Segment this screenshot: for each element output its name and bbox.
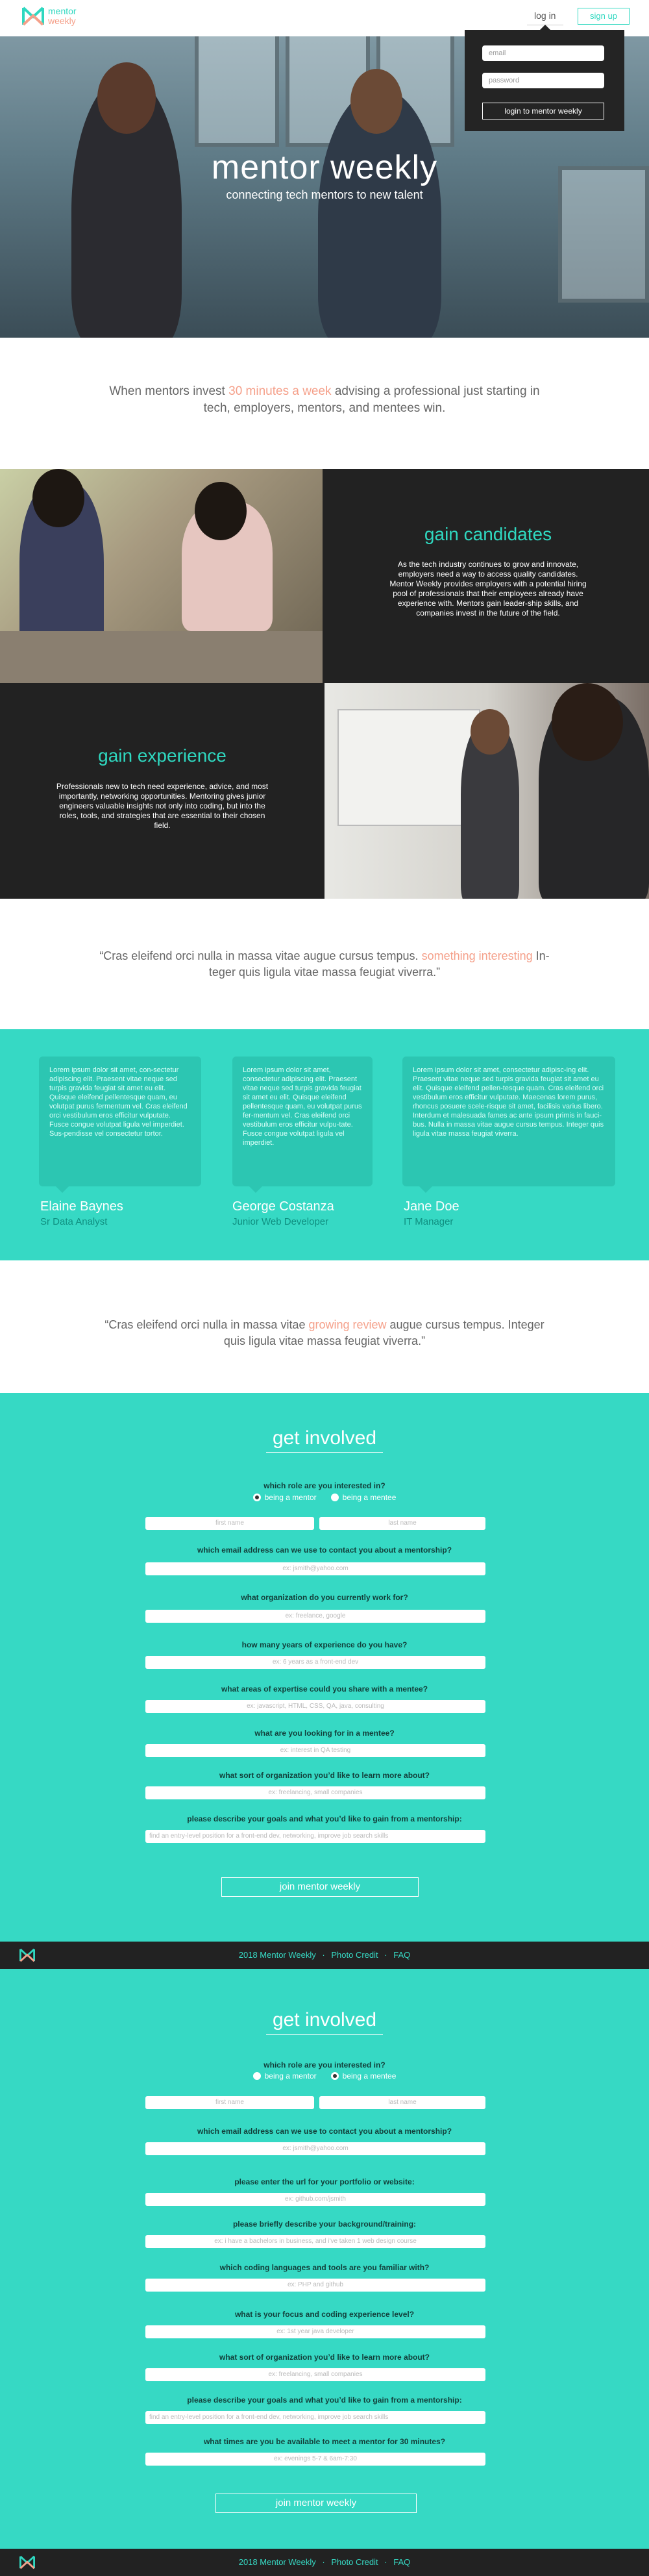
brand-name-line1: mentor [48,6,77,16]
footer-photo-credit-link[interactable]: Photo Credit [331,1950,378,1960]
login-dropdown: email password login to mentor weekly [465,30,624,131]
form-1-title-underline [266,1452,383,1453]
testimonials-section: Lorem ipsum dolor sit amet, con-sectetur… [0,1029,649,1260]
form-2-title: get involved [272,2009,377,2031]
form-1-goals-question: please describe your goals and what you’… [187,1814,462,1823]
radio-selected-icon [252,1494,261,1501]
footer-copyright: 2018 Mentor Weekly [238,1950,316,1960]
years-experience-input[interactable]: ex: 6 years as a front-end dev [145,1656,485,1669]
login-password-input[interactable]: password [482,73,604,88]
form-1-orgtype-question: what sort of organization you’d like to … [219,1771,430,1780]
radio-empty-icon [330,1494,339,1501]
expertise-input[interactable]: ex: javascript, HTML, CSS, QA, java, con… [145,1700,485,1713]
form-1-role-question: which role are you interested in? [263,1481,386,1490]
hero-person-photo [97,62,156,134]
availability-input[interactable]: ex: evenings 5-7 & 6am-7:30 [145,2453,485,2466]
focus-level-input[interactable]: ex: 1st year java developer [145,2325,485,2338]
login-submit-button[interactable]: login to mentor weekly [482,103,604,119]
brand-logo[interactable]: mentor weekly [22,6,77,26]
hero-window [195,36,279,147]
nav-login-link[interactable]: log in [534,10,556,21]
form-2-languages-question: which coding languages and tools are you… [219,2263,430,2272]
testimonial-card: Lorem ipsum dolor sit amet, consectetur … [232,1057,373,1193]
organization-input[interactable]: ex: freelance, google [145,1610,485,1623]
first-name-input[interactable]: first name [145,1517,314,1530]
footer-copyright: 2018 Mentor Weekly [238,2557,316,2567]
footer-faq-link[interactable]: FAQ [393,2557,410,2567]
testimonial-card: Lorem ipsum dolor sit amet, con-sectetur… [39,1057,201,1193]
radio-mentor[interactable]: being a mentor [252,2071,317,2081]
form-2-title-underline [266,2034,383,2035]
form-2-goals-question: please describe your goals and what you’… [187,2395,462,2405]
goals-input[interactable]: find an entry-level position for a front… [145,1830,485,1843]
quote-2: “Cras eleifend orci nulla in massa vitae… [104,1318,545,1347]
testimonial-name: George Costanza [232,1199,334,1214]
join-button[interactable]: join mentor weekly [221,1877,419,1897]
first-name-input[interactable]: first name [145,2096,314,2109]
login-email-input[interactable]: email [482,45,604,61]
nav-signup-button[interactable]: sign up [578,8,630,25]
form-1-expertise-question: what areas of expertise could you share … [221,1684,428,1694]
hero-title: mentor weekly [211,149,438,186]
form-1-email-question: which email address can we use to contac… [197,1545,452,1555]
email-input[interactable]: ex: jsmith@yahoo.com [145,1562,485,1575]
org-type-input[interactable]: ex: freelancing, small companies [145,1786,485,1799]
form-2-email-question: which email address can we use to contac… [197,2127,452,2136]
footer-photo-credit-link[interactable]: Photo Credit [331,2557,378,2567]
quote-1: “Cras eleifend orci nulla in massa vitae… [99,949,550,979]
candidates-title: gain candidates [424,524,552,544]
intro-text: When mentors invest 30 minutes a week ad… [109,384,540,415]
form-2-role-radios: being a mentor being a mentee [0,2071,649,2081]
testimonial-role: Junior Web Developer [232,1216,329,1227]
portfolio-url-input[interactable]: ex: github.com/jsmith [145,2193,485,2206]
mentee-preference-input[interactable]: ex: interest in QA testing [145,1744,485,1757]
email-input[interactable]: ex: jsmith@yahoo.com [145,2142,485,2155]
form-1-title: get involved [272,1427,377,1449]
form-1-looking-question: what are you looking for in a mentee? [254,1729,395,1738]
login-dropdown-notch [540,25,550,30]
footer-faq-link[interactable]: FAQ [393,1950,410,1960]
intro-highlight: 30 minutes a week [228,384,332,398]
form-2-orgtype-question: what sort of organization you’d like to … [219,2353,430,2362]
testimonial-card: Lorem ipsum dolor sit amet, consectetur … [402,1057,615,1193]
languages-input[interactable]: ex: PHP and github [145,2279,485,2292]
form-2-focus-question: what is your focus and coding experience… [234,2310,415,2319]
quote-1-highlight: something interesting [421,949,533,962]
last-name-input[interactable]: last name [319,1517,485,1530]
radio-selected-icon [330,2072,339,2080]
testimonial-role: IT Manager [404,1216,454,1227]
radio-mentee[interactable]: being a mentee [330,2071,396,2081]
radio-empty-icon [252,2072,261,2080]
site-footer: 2018 Mentor Weekly · Photo Credit · FAQ [0,1942,649,1969]
form-2-url-question: please enter the url for your portfolio … [234,2177,415,2186]
radio-mentee[interactable]: being a mentee [330,1493,396,1502]
experience-title: gain experience [98,745,227,766]
quote-2-highlight: growing review [308,1318,387,1331]
candidates-photo [0,469,323,683]
testimonial-name: Jane Doe [404,1199,459,1214]
form-1-org-question: what organization do you currently work … [241,1593,408,1602]
background-input[interactable]: ex: i have a bachelors in business, and … [145,2235,485,2248]
form-1-role-radios: being a mentor being a mentee [0,1493,649,1502]
form-1-years-question: how many years of experience do you have… [241,1640,408,1649]
form-2-times-question: what times are you be available to meet … [203,2437,446,2446]
form-2-background-question: please briefly describe your background/… [232,2220,417,2229]
testimonial-role: Sr Data Analyst [40,1216,108,1227]
form-2-role-question: which role are you interested in? [263,2060,386,2070]
radio-mentor[interactable]: being a mentor [252,1493,317,1502]
hero-subtitle: connecting tech mentors to new talent [226,188,423,201]
brand-name-line2: weekly [48,16,76,26]
experience-photo [324,683,649,899]
last-name-input[interactable]: last name [319,2096,485,2109]
experience-body: Professionals new to tech need experienc… [56,782,269,830]
goals-input[interactable]: find an entry-level position for a front… [145,2411,485,2424]
candidates-body: As the tech industry continues to grow a… [389,560,587,618]
join-button[interactable]: join mentor weekly [215,2494,417,2513]
org-type-input[interactable]: ex: freelancing, small companies [145,2368,485,2381]
hero-person-photo [350,69,402,134]
site-footer: 2018 Mentor Weekly · Photo Credit · FAQ [0,2549,649,2576]
mw-logo-icon [22,6,44,26]
testimonial-name: Elaine Baynes [40,1199,123,1214]
